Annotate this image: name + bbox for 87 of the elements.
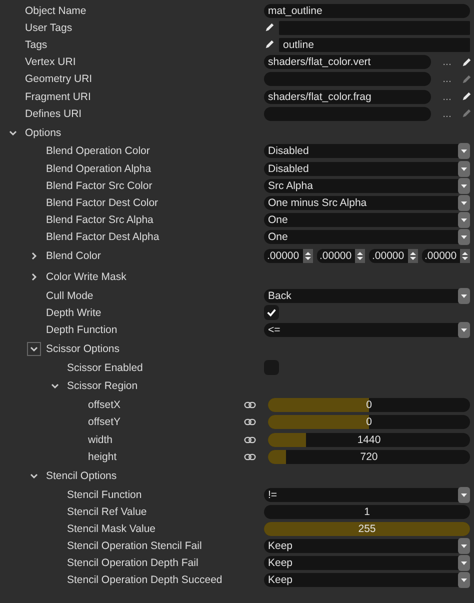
property-label: offsetX	[88, 399, 120, 412]
property-label: Scissor Options	[46, 342, 120, 355]
property-label: Options	[25, 126, 62, 139]
uri-field[interactable]	[264, 106, 431, 121]
browse-button[interactable]: ...	[437, 108, 457, 120]
property-label: Blend Factor Dest Color	[46, 196, 158, 209]
property-label: Scissor Enabled	[67, 362, 143, 374]
property-label: Blend Color	[46, 250, 101, 262]
chevron-down-icon	[51, 382, 59, 390]
property-label: Blend Operation Alpha	[46, 162, 152, 175]
dropdown[interactable]: Src Alpha	[264, 178, 470, 193]
pencil-icon[interactable]	[461, 56, 472, 68]
text-field[interactable]: mat_outline	[264, 4, 470, 18]
link-icon[interactable]	[244, 401, 256, 410]
dropdown[interactable]: Keep	[264, 573, 470, 588]
slider[interactable]: 0	[268, 398, 470, 412]
number-spinner[interactable]: .00000	[264, 249, 312, 264]
chevron-down-icon	[30, 472, 38, 480]
property-label: Tags	[25, 38, 48, 51]
property-label: Stencil Operation Depth Succeed	[67, 574, 222, 586]
property-label: Blend Factor Src Alpha	[46, 214, 154, 226]
dropdown[interactable]: !=	[264, 488, 470, 502]
property-label: Blend Operation Color	[46, 145, 150, 158]
chevron-down-icon	[9, 128, 17, 137]
dropdown[interactable]: One	[264, 230, 470, 244]
dropdown[interactable]: One minus Src Alpha	[264, 196, 470, 210]
slider[interactable]: 0	[268, 415, 470, 430]
property-label: height	[88, 450, 117, 463]
expand-toggle[interactable]	[27, 342, 41, 356]
property-label: Vertex URI	[25, 56, 76, 68]
number-spinner[interactable]: .00000	[369, 249, 418, 264]
stepper-icon	[408, 249, 418, 264]
dropdown[interactable]: Disabled	[264, 144, 470, 158]
checkbox[interactable]	[264, 305, 279, 320]
stepper-icon	[355, 249, 365, 264]
browse-button[interactable]: ...	[437, 56, 457, 68]
property-label: Color Write Mask	[46, 270, 126, 283]
dropdown[interactable]: Disabled	[264, 162, 470, 176]
property-label: width	[88, 434, 113, 446]
pencil-icon[interactable]	[264, 22, 275, 34]
link-icon[interactable]	[244, 452, 256, 461]
property-label: Stencil Options	[46, 470, 117, 482]
dropdown[interactable]: <=	[264, 322, 470, 337]
property-label: Object Name	[25, 4, 86, 17]
property-label: Stencil Ref Value	[67, 506, 147, 518]
chevron-right-icon	[30, 252, 38, 260]
property-label: Scissor Region	[67, 380, 138, 392]
property-label: Stencil Mask Value	[67, 522, 156, 535]
uri-field[interactable]: shaders/flat_color.vert	[264, 55, 431, 70]
stepper-icon	[302, 249, 312, 264]
property-label: Stencil Function	[67, 488, 142, 501]
property-label: Cull Mode	[46, 290, 94, 302]
stepper-icon	[460, 249, 470, 264]
tags-field[interactable]: outline	[279, 38, 470, 52]
property-label: Fragment URI	[25, 90, 91, 103]
slider[interactable]: 1440	[268, 432, 470, 447]
number-spinner[interactable]: .00000	[422, 249, 470, 264]
dropdown[interactable]: One	[264, 213, 470, 228]
property-label: Depth Write	[46, 306, 102, 319]
property-label: Stencil Operation Stencil Fail	[67, 540, 202, 552]
property-label: offsetY	[88, 416, 120, 428]
checkmark-icon	[266, 307, 277, 318]
property-label: Geometry URI	[25, 73, 92, 86]
link-icon[interactable]	[244, 436, 256, 444]
property-label: Stencil Operation Depth Fail	[67, 557, 198, 570]
property-label: Blend Factor Src Color	[46, 180, 152, 192]
slider[interactable]: 1	[264, 504, 470, 519]
property-label: Defines URI	[25, 108, 82, 120]
property-label: User Tags	[25, 22, 72, 34]
property-label: Depth Function	[46, 324, 118, 336]
dropdown[interactable]: Back	[264, 288, 470, 303]
browse-button[interactable]: ...	[437, 90, 457, 103]
pencil-icon[interactable]	[264, 39, 275, 50]
chevron-right-icon	[30, 272, 38, 281]
dropdown[interactable]: Keep	[264, 539, 470, 554]
tags-field[interactable]	[279, 20, 470, 35]
number-spinner[interactable]: .00000	[316, 249, 365, 264]
slider[interactable]: 720	[268, 450, 470, 464]
uri-field[interactable]	[264, 72, 431, 86]
property-label: Blend Factor Dest Alpha	[46, 231, 160, 244]
chevron-down-icon	[30, 344, 38, 353]
pencil-icon[interactable]	[461, 91, 472, 102]
uri-field[interactable]: shaders/flat_color.frag	[264, 90, 431, 104]
dropdown[interactable]: Keep	[264, 556, 470, 570]
slider[interactable]: 255	[264, 522, 470, 536]
browse-button[interactable]: ...	[437, 73, 457, 86]
link-icon[interactable]	[244, 418, 256, 426]
